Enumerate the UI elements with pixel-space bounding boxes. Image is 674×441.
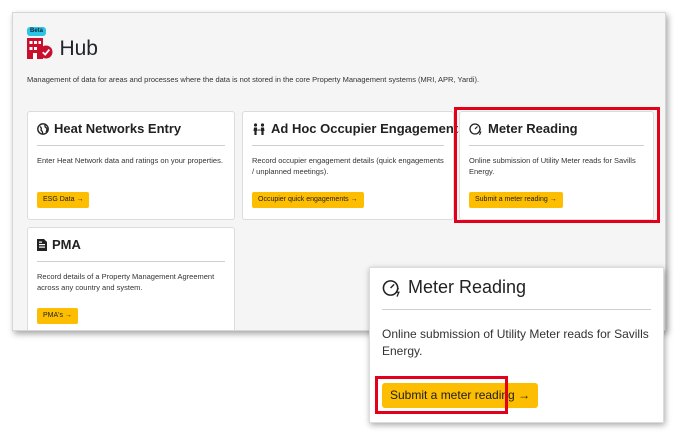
divider [382,309,651,310]
meter-icon [382,279,400,297]
page-title: Hub [59,37,98,60]
card-heat-networks: Heat Networks Entry Enter Heat Network d… [27,111,235,220]
card-title: Heat Networks Entry [54,121,182,136]
card-title: PMA [52,237,81,252]
document-icon [37,238,47,251]
page-description: Management of data for areas and process… [27,75,480,84]
pma-button[interactable]: PMA's → [37,308,78,324]
card-pma: PMA Record details of a Property Managem… [27,227,235,330]
card-description: Record occupier engagement details (quic… [252,156,444,176]
beta-badge: Beta [27,27,47,36]
occupier-quick-engagements-button[interactable]: Occupier quick engagements → [252,192,364,208]
highlight-box [375,376,508,414]
zoom-title: Meter Reading [408,277,527,297]
divider [252,145,444,146]
zoom-description: Online submission of Utility Meter reads… [382,327,649,358]
divider [37,145,225,146]
card-title: Ad Hoc Occupier Engagements [271,121,466,136]
page-header: Beta Hub [27,25,98,61]
hub-logo: Beta [27,27,53,59]
building-icon [27,38,53,59]
globe-icon [37,122,49,135]
card-description: Record details of a Property Management … [37,272,215,292]
people-icon [253,122,265,135]
meter-reading-zoom: Meter Reading Online submission of Utili… [369,267,664,423]
divider [37,261,225,262]
highlight-box [454,107,660,223]
card-description: Enter Heat Network data and ratings on y… [37,156,223,165]
esg-data-button[interactable]: ESG Data → [37,192,90,208]
card-ad-hoc-occupier: Ad Hoc Occupier Engagements Record occup… [242,111,465,220]
